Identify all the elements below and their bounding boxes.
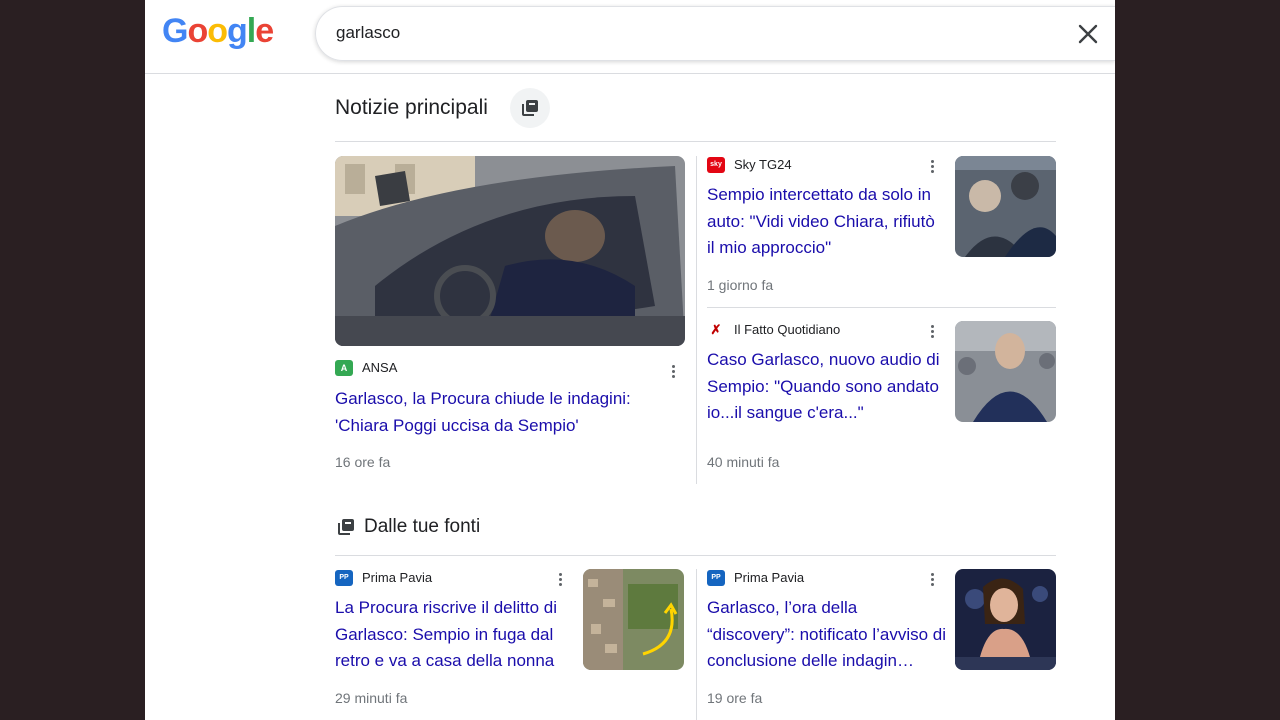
more-options-button[interactable] xyxy=(926,157,940,175)
top-stories-menu-button[interactable] xyxy=(510,88,550,128)
source-name: Prima Pavia xyxy=(734,570,805,585)
your-sources-title: Dalle tue fonti xyxy=(364,516,481,537)
story-headline[interactable]: Caso Garlasco, nuovo audio di Sempio: "Q… xyxy=(707,347,947,427)
more-options-button[interactable] xyxy=(926,322,940,340)
story-thumbnail[interactable] xyxy=(583,569,684,670)
story-thumbnail[interactable] xyxy=(955,156,1056,257)
more-options-button[interactable] xyxy=(554,570,568,588)
story-time: 29 minuti fa xyxy=(335,690,408,706)
story-divider xyxy=(707,307,1056,308)
more-vert-icon xyxy=(931,573,934,576)
more-vert-icon xyxy=(672,365,675,368)
more-vert-icon xyxy=(559,573,562,576)
more-vert-icon xyxy=(931,160,934,163)
close-icon xyxy=(1078,24,1098,44)
search-header: Google garlasco xyxy=(145,0,1115,74)
story-headline[interactable]: La Procura riscrive il delitto di Garlas… xyxy=(335,595,580,675)
more-options-button[interactable] xyxy=(926,570,940,588)
story-time: 40 minuti fa xyxy=(707,454,780,470)
column-divider xyxy=(696,569,697,720)
source-name: ANSA xyxy=(362,360,398,375)
search-input[interactable]: garlasco xyxy=(315,6,1115,61)
search-results-page: Google garlasco Notizie principali A ANS… xyxy=(145,0,1115,720)
more-vert-icon xyxy=(931,325,934,328)
source-sky-tg24[interactable]: sky Sky TG24 xyxy=(707,157,927,175)
logo-letter: o xyxy=(187,12,208,50)
story-headline[interactable]: Sempio intercettato da solo in auto: "Vi… xyxy=(707,182,947,262)
story-headline[interactable]: Garlasco, l’ora della “discovery”: notif… xyxy=(707,595,947,675)
portrait-photo xyxy=(955,569,1056,670)
story-time: 16 ore fa xyxy=(335,454,391,470)
story-time: 19 ore fa xyxy=(707,690,763,706)
man-photo xyxy=(955,321,1056,422)
section-divider xyxy=(335,141,1056,142)
source-prima-pavia[interactable]: PP Prima Pavia xyxy=(335,570,555,588)
google-logo[interactable]: Google xyxy=(162,12,274,51)
story-image-ansa[interactable] xyxy=(335,156,685,346)
source-name: Il Fatto Quotidiano xyxy=(734,322,841,337)
story-thumbnail[interactable] xyxy=(955,569,1056,670)
source-name: Sky TG24 xyxy=(734,157,792,172)
top-stories-title: Notizie principali xyxy=(335,96,488,119)
column-divider xyxy=(696,156,697,484)
car-photo xyxy=(335,156,685,346)
logo-letter: o xyxy=(207,12,228,50)
story-time: 1 giorno fa xyxy=(707,277,774,293)
prima-pavia-logo: PP xyxy=(707,570,725,586)
ansa-logo: A xyxy=(335,360,353,376)
clear-search-button[interactable] xyxy=(1074,20,1102,48)
logo-letter: e xyxy=(255,12,274,50)
source-name: Prima Pavia xyxy=(362,570,433,585)
logo-letter: l xyxy=(246,12,257,50)
logo-letter: g xyxy=(227,12,248,50)
source-prima-pavia[interactable]: PP Prima Pavia xyxy=(707,570,927,588)
source-il-fatto-quotidiano[interactable]: ✗ Il Fatto Quotidiano xyxy=(707,322,927,340)
section-divider xyxy=(335,555,1056,556)
prima-pavia-logo: PP xyxy=(335,570,353,586)
il-fatto-logo: ✗ xyxy=(707,322,725,338)
source-ansa[interactable]: A ANSA xyxy=(335,360,655,378)
more-options-button[interactable] xyxy=(667,362,681,380)
crowd-photo xyxy=(955,156,1056,257)
stack-icon xyxy=(522,100,538,116)
story-headline[interactable]: Garlasco, la Procura chiude le indagini:… xyxy=(335,386,665,439)
story-thumbnail[interactable] xyxy=(955,321,1056,422)
stack-icon xyxy=(338,519,354,535)
sky-tg24-logo: sky xyxy=(707,157,725,173)
aerial-map-photo xyxy=(583,569,684,670)
search-query-text[interactable]: garlasco xyxy=(336,23,400,43)
logo-letter: G xyxy=(162,12,188,50)
